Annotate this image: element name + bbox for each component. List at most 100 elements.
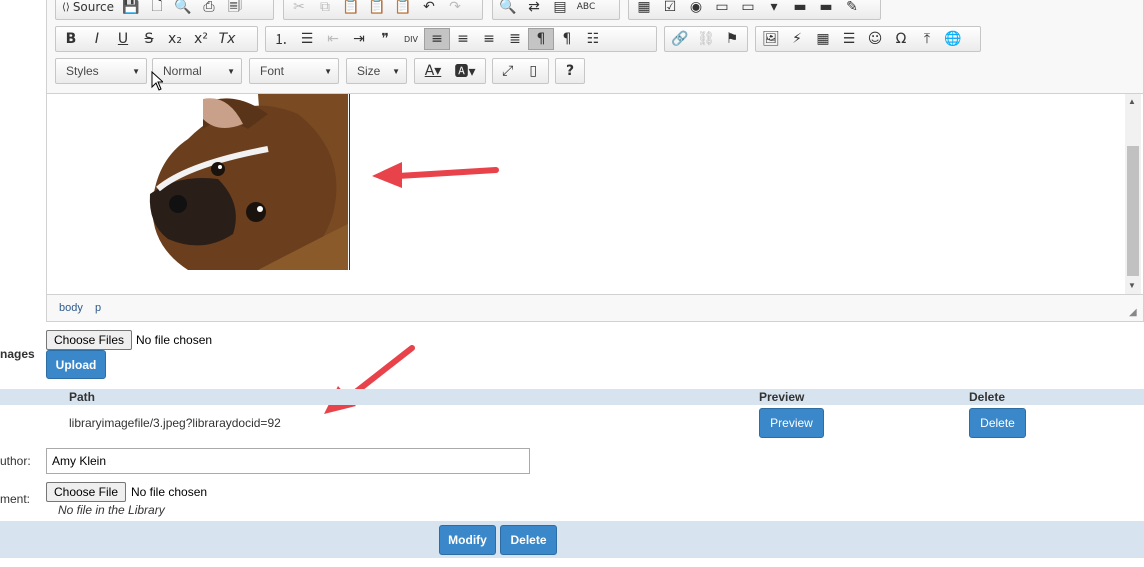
new-page-button[interactable]: 🗋 bbox=[144, 0, 170, 18]
column-header-preview: Preview bbox=[759, 390, 805, 404]
rtl-button[interactable]: ¶ bbox=[554, 28, 580, 50]
annotation-arrow bbox=[372, 162, 499, 188]
subscript-button[interactable]: x₂ bbox=[162, 28, 188, 50]
source-button[interactable]: ⟨⟩ Source bbox=[58, 0, 118, 18]
text-caret bbox=[349, 94, 350, 270]
find-button[interactable]: 🔍 bbox=[495, 0, 521, 18]
text-color-button[interactable]: A▾ bbox=[417, 60, 449, 82]
radio-button[interactable]: ◉ bbox=[683, 0, 709, 18]
smiley-button[interactable]: ☺ bbox=[862, 28, 888, 50]
styles-dropdown[interactable]: Styles ▼ bbox=[55, 58, 147, 84]
unlink-button[interactable]: ⛓ bbox=[693, 28, 719, 50]
align-left-button[interactable]: ≡ bbox=[424, 28, 450, 50]
cut-button[interactable]: ✂ bbox=[286, 0, 312, 18]
toolbar-group-document: ⟨⟩ Source 💾 🗋 🔍 ⎙ 🗐 bbox=[55, 0, 274, 20]
no-file-chosen-text: No file chosen bbox=[136, 333, 213, 347]
image-button[interactable]: 🖼 bbox=[758, 28, 784, 50]
numbered-list-icon: ⒈ bbox=[274, 32, 288, 48]
ltr-button[interactable]: ¶ bbox=[528, 28, 554, 50]
justify-button[interactable]: ≣ bbox=[502, 28, 528, 50]
indent-button[interactable]: ⇥ bbox=[346, 28, 372, 50]
select-button[interactable]: ▾ bbox=[761, 0, 787, 18]
bg-color-button[interactable]: 🅰▾ bbox=[449, 60, 481, 82]
templates-button[interactable]: 🗐 bbox=[222, 0, 248, 18]
textfield-icon: ▭ bbox=[715, 0, 729, 15]
delete-file-button[interactable]: Delete bbox=[969, 408, 1026, 438]
undo-button[interactable]: ↶ bbox=[416, 0, 442, 18]
chevron-down-icon: ▼ bbox=[392, 66, 400, 76]
author-input[interactable] bbox=[46, 448, 530, 474]
editor-scrollbar-thumb[interactable] bbox=[1127, 146, 1139, 276]
preview-button[interactable]: 🔍 bbox=[170, 0, 196, 18]
bold-button[interactable]: B bbox=[58, 28, 84, 50]
choose-file-button[interactable]: Choose File bbox=[46, 482, 126, 502]
special-char-button[interactable]: Ω bbox=[888, 28, 914, 50]
blockquote-button[interactable]: ❞ bbox=[372, 28, 398, 50]
link-button[interactable]: 🔗 bbox=[667, 28, 693, 50]
path-item-p[interactable]: p bbox=[95, 302, 101, 314]
outdent-button[interactable]: ⇤ bbox=[320, 28, 346, 50]
redo-button[interactable]: ↷ bbox=[442, 0, 468, 18]
superscript-button[interactable]: x² bbox=[188, 28, 214, 50]
numbered-list-button[interactable]: ⒈ bbox=[268, 28, 294, 50]
delete-button[interactable]: Delete bbox=[500, 525, 557, 555]
div-button[interactable]: DIV bbox=[398, 28, 424, 50]
copy-button[interactable]: ⧉ bbox=[312, 0, 338, 18]
table-button[interactable]: ▦ bbox=[810, 28, 836, 50]
save-button[interactable]: 💾 bbox=[118, 0, 144, 18]
replace-icon: ⇄ bbox=[528, 0, 540, 15]
modify-button[interactable]: Modify bbox=[439, 525, 496, 555]
dog-image[interactable] bbox=[148, 94, 348, 270]
remove-format-button[interactable]: Tx bbox=[214, 28, 240, 50]
size-dropdown[interactable]: Size ▼ bbox=[346, 58, 407, 84]
scroll-down-icon[interactable]: ▼ bbox=[1128, 281, 1136, 290]
replace-button[interactable]: ⇄ bbox=[521, 0, 547, 18]
print-button[interactable]: ⎙ bbox=[196, 0, 222, 18]
anchor-button[interactable]: ⚑ bbox=[719, 28, 745, 50]
upload-button[interactable]: Upload bbox=[46, 350, 106, 379]
align-right-button[interactable]: ≡ bbox=[476, 28, 502, 50]
show-blocks-button[interactable]: ▯ bbox=[521, 60, 547, 82]
scroll-up-icon[interactable]: ▲ bbox=[1128, 97, 1136, 106]
annotation-arrow bbox=[324, 345, 415, 414]
button-button[interactable]: ▬ bbox=[787, 0, 813, 18]
bulleted-list-button[interactable]: ☰ bbox=[294, 28, 320, 50]
paste-button[interactable]: 📋 bbox=[338, 0, 364, 18]
align-center-button[interactable]: ≡ bbox=[450, 28, 476, 50]
help-button[interactable]: ? bbox=[558, 60, 582, 82]
iframe-button[interactable]: 🌐 bbox=[940, 28, 966, 50]
language-button[interactable]: ☷ bbox=[580, 28, 606, 50]
italic-button[interactable]: I bbox=[84, 28, 110, 50]
page-break-button[interactable]: ⤒ bbox=[914, 28, 940, 50]
toolbar-group-forms: ▦ ☑ ◉ ▭ ▭ ▾ ▬ ▬ ✎ bbox=[628, 0, 881, 20]
select-all-icon: ▤ bbox=[553, 0, 567, 15]
paste-word-button[interactable]: 📋 bbox=[390, 0, 416, 18]
form-button[interactable]: ▦ bbox=[631, 0, 657, 18]
hidden-field-button[interactable]: ✎ bbox=[839, 0, 865, 18]
horizontal-rule-button[interactable]: ☰ bbox=[836, 28, 862, 50]
link-icon: 🔗 bbox=[671, 31, 689, 47]
library-status-text: No file in the Library bbox=[58, 503, 165, 517]
underline-button[interactable]: U bbox=[110, 28, 136, 50]
choose-files-button[interactable]: Choose Files bbox=[46, 330, 132, 350]
preview-button[interactable]: Preview bbox=[759, 408, 824, 438]
strike-icon: S bbox=[144, 31, 154, 47]
help-label: ? bbox=[565, 63, 575, 79]
path-item-body[interactable]: body bbox=[59, 302, 83, 314]
preview-icon: 🔍 bbox=[174, 0, 192, 15]
spellcheck-button[interactable]: ABC bbox=[573, 0, 599, 18]
flash-button[interactable]: ⚡ bbox=[784, 28, 810, 50]
select-all-button[interactable]: ▤ bbox=[547, 0, 573, 18]
format-dropdown[interactable]: Normal ▼ bbox=[152, 58, 242, 84]
checkbox-button[interactable]: ☑ bbox=[657, 0, 683, 18]
textarea-button[interactable]: ▭ bbox=[735, 0, 761, 18]
attachment-no-file-text: No file chosen bbox=[131, 485, 208, 499]
underline-icon: U bbox=[117, 31, 129, 47]
image-button-button[interactable]: ▬ bbox=[813, 0, 839, 18]
textfield-button[interactable]: ▭ bbox=[709, 0, 735, 18]
paste-text-button[interactable]: 📋 bbox=[364, 0, 390, 18]
maximize-button[interactable]: ⤢ bbox=[495, 60, 521, 82]
font-dropdown[interactable]: Font ▼ bbox=[249, 58, 339, 84]
resize-handle-icon[interactable]: ◢ bbox=[1129, 307, 1137, 318]
strike-button[interactable]: S bbox=[136, 28, 162, 50]
